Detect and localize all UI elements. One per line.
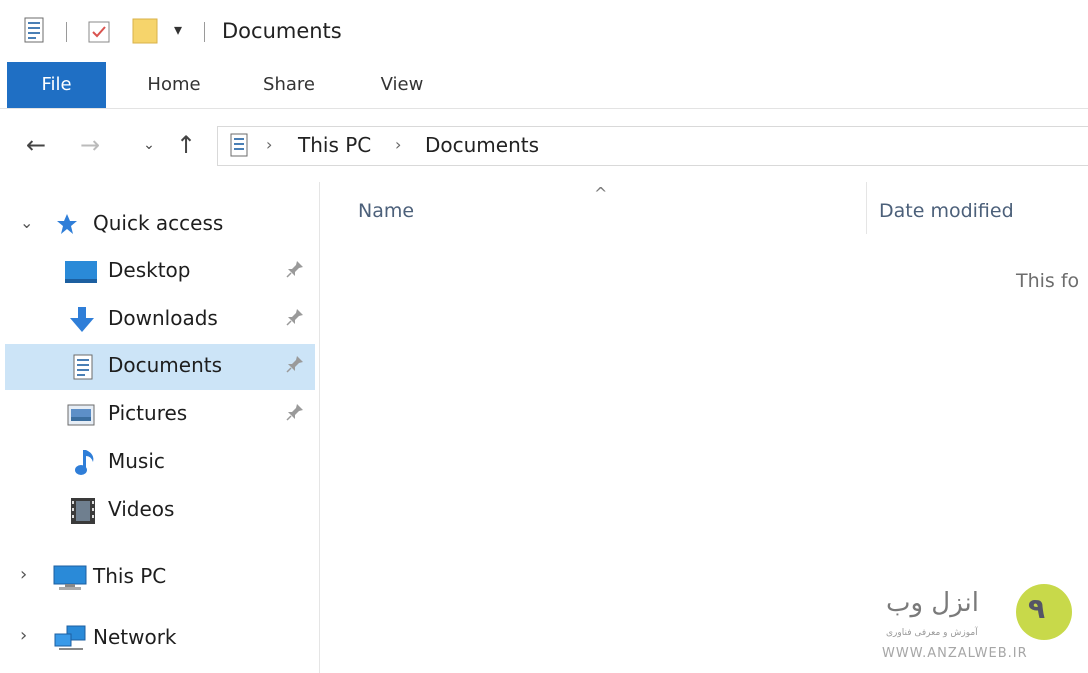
column-header-date-modified[interactable]: Date modified <box>879 200 1014 222</box>
sidebar-item-quick-access[interactable]: ⌄ Quick access <box>5 202 315 248</box>
breadcrumb-chevron-icon[interactable]: › <box>266 135 272 154</box>
title-separator <box>66 22 67 42</box>
sidebar-item-downloads[interactable]: Downloads <box>5 297 315 343</box>
window-title: Documents <box>222 19 342 43</box>
sidebar-item-label: Network <box>93 625 177 649</box>
sidebar-item-desktop[interactable]: Desktop <box>5 249 315 295</box>
watermark-url: WWW.ANZALWEB.IR <box>882 646 1028 661</box>
sort-ascending-icon: ^ <box>594 184 608 203</box>
watermark: ٩ انزل وب آموزش و معرفی فناوری WWW.ANZAL… <box>876 580 1088 673</box>
back-arrow-icon[interactable]: ← <box>20 126 52 164</box>
sidebar-item-label: Quick access <box>93 211 224 235</box>
breadcrumb-chevron-icon[interactable]: › <box>395 135 401 154</box>
network-icon <box>53 624 87 656</box>
recent-locations-chevron-icon[interactable]: ⌄ <box>133 126 165 164</box>
sidebar-item-label: This PC <box>93 564 167 588</box>
forward-arrow-icon[interactable]: → <box>74 126 106 164</box>
sidebar-item-this-pc[interactable]: › This PC <box>5 555 315 601</box>
music-icon <box>73 448 97 480</box>
pictures-icon <box>67 404 95 430</box>
sidebar-item-documents[interactable]: Documents <box>5 344 315 390</box>
title-separator <box>204 22 205 42</box>
chevron-right-icon[interactable]: › <box>20 625 27 646</box>
properties-icon[interactable] <box>24 17 44 47</box>
title-bar: ▾ Documents <box>0 0 1088 62</box>
breadcrumb-documents[interactable]: Documents <box>425 133 539 157</box>
desktop-icon <box>65 261 97 287</box>
navigation-pane: ⌄ Quick access Desktop Downloads Documen… <box>0 182 320 673</box>
empty-folder-message: This fo <box>1016 270 1080 292</box>
computer-icon <box>53 565 87 595</box>
tab-home[interactable]: Home <box>130 62 218 108</box>
videos-icon <box>71 498 95 528</box>
pin-icon[interactable] <box>285 307 309 331</box>
documents-icon <box>73 354 93 384</box>
tab-share[interactable]: Share <box>245 62 333 108</box>
pin-icon[interactable] <box>285 259 309 283</box>
star-icon <box>55 212 79 240</box>
up-arrow-icon[interactable]: ↑ <box>170 126 202 164</box>
customize-toolbar-dropdown-icon[interactable]: ▾ <box>174 20 182 39</box>
sidebar-item-network[interactable]: › Network <box>5 616 315 662</box>
pin-icon[interactable] <box>285 402 309 426</box>
tab-view[interactable]: View <box>358 62 446 108</box>
sidebar-item-music[interactable]: Music <box>5 440 315 486</box>
sidebar-item-label: Music <box>108 449 165 473</box>
chevron-down-icon[interactable]: ⌄ <box>20 213 33 232</box>
chevron-right-icon[interactable]: › <box>20 564 27 585</box>
sidebar-item-label: Videos <box>108 497 175 521</box>
sidebar-item-videos[interactable]: Videos <box>5 488 315 534</box>
navigation-bar: ← → ⌄ ↑ › This PC › Documents <box>0 118 1088 174</box>
sidebar-item-label: Desktop <box>108 258 191 282</box>
new-folder-icon[interactable] <box>132 18 158 48</box>
pin-icon[interactable] <box>285 354 309 378</box>
address-bar[interactable]: › This PC › Documents <box>217 126 1088 166</box>
anzalweb-logo-icon: ٩ <box>1016 584 1072 640</box>
checklist-icon[interactable] <box>88 21 110 47</box>
tab-file[interactable]: File <box>7 62 106 108</box>
documents-icon <box>230 133 248 161</box>
sidebar-item-pictures[interactable]: Pictures <box>5 392 315 438</box>
breadcrumb-this-pc[interactable]: This PC <box>298 133 371 157</box>
watermark-brand: انزل وب <box>886 588 979 618</box>
column-header-name[interactable]: Name <box>358 200 414 222</box>
column-divider[interactable] <box>866 182 867 234</box>
ribbon-tabs: File Home Share View <box>0 62 1088 109</box>
watermark-tagline: آموزش و معرفی فناوری <box>886 628 978 638</box>
sidebar-item-label: Pictures <box>108 401 188 425</box>
sidebar-item-label: Documents <box>108 353 223 377</box>
sidebar-item-label: Downloads <box>108 306 218 330</box>
downloads-icon <box>69 307 95 337</box>
